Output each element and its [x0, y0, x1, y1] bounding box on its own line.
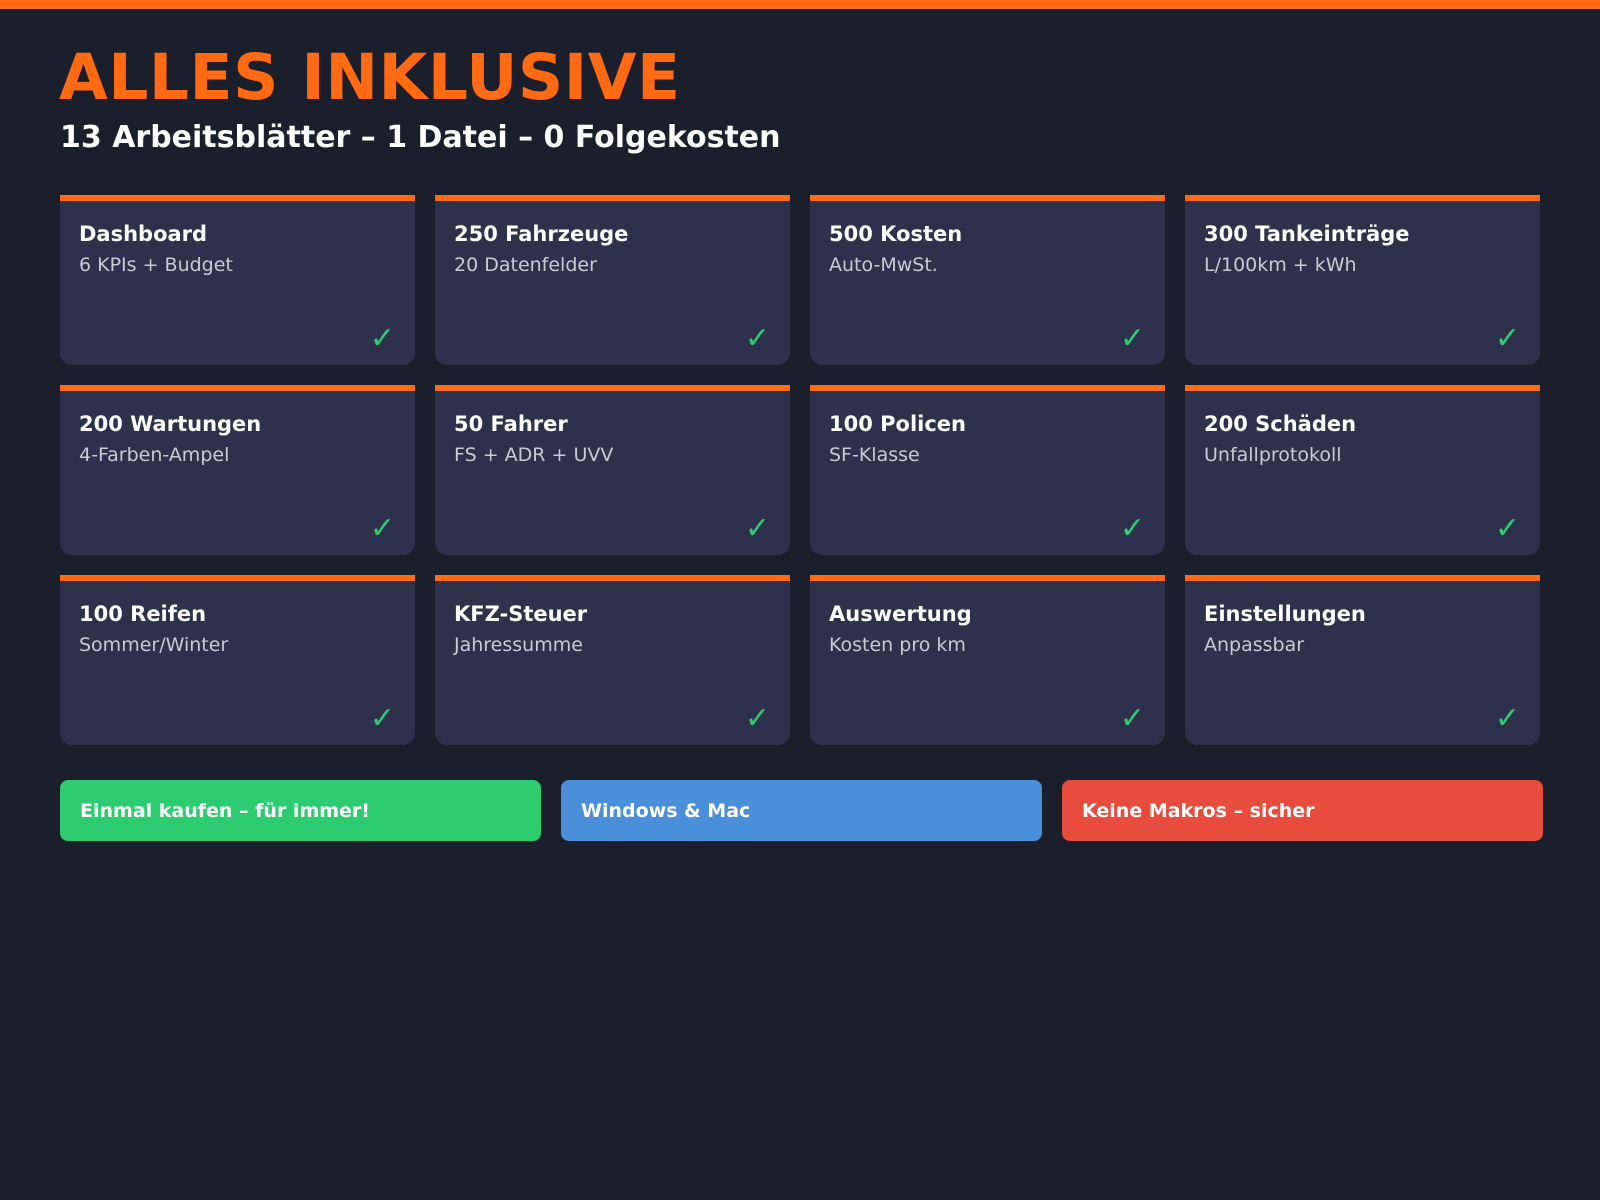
- card-title: 250 Fahrzeuge: [454, 222, 629, 246]
- card-title: 200 Wartungen: [79, 412, 262, 436]
- badge-label: Einmal kaufen – für immer!: [80, 799, 370, 822]
- card-description: 4-Farben-Ampel: [79, 444, 230, 467]
- badge-security: Keine Makros – sicher: [1062, 780, 1543, 841]
- card-title: 50 Fahrer: [454, 412, 568, 436]
- feature-card: Auswertung Kosten pro km ✓: [810, 575, 1165, 745]
- page-title: ALLES INKLUSIVE: [59, 41, 681, 114]
- card-description: Auto-MwSt.: [829, 254, 938, 277]
- page-subtitle: 13 Arbeitsblätter – 1 Datei – 0 Folgekos…: [60, 120, 781, 155]
- card-title: 200 Schäden: [1204, 412, 1357, 436]
- checkmark-icon: ✓: [744, 701, 770, 736]
- card-description: 20 Datenfelder: [454, 254, 597, 277]
- badge-row: Einmal kaufen – für immer! Windows & Mac…: [60, 780, 1543, 841]
- feature-card: 200 Wartungen 4-Farben-Ampel ✓: [60, 385, 415, 555]
- card-description: Anpassbar: [1204, 634, 1305, 657]
- card-title: 100 Policen: [829, 412, 967, 436]
- feature-card: Einstellungen Anpassbar ✓: [1185, 575, 1540, 745]
- card-title: 500 Kosten: [829, 222, 963, 246]
- card-title: 100 Reifen: [79, 602, 207, 626]
- checkmark-icon: ✓: [1119, 511, 1145, 546]
- checkmark-icon: ✓: [1494, 321, 1520, 356]
- card-description: L/100km + kWh: [1204, 254, 1357, 277]
- card-title: Einstellungen: [1204, 602, 1366, 626]
- checkmark-icon: ✓: [1494, 511, 1520, 546]
- card-description: FS + ADR + UVV: [454, 444, 614, 467]
- checkmark-icon: ✓: [369, 321, 395, 356]
- checkmark-icon: ✓: [369, 701, 395, 736]
- card-title: 300 Tankeinträge: [1204, 222, 1410, 246]
- feature-card: 300 Tankeinträge L/100km + kWh ✓: [1185, 195, 1540, 365]
- feature-grid: Dashboard 6 KPIs + Budget ✓ 250 Fahrzeug…: [60, 195, 1540, 745]
- feature-card: Dashboard 6 KPIs + Budget ✓: [60, 195, 415, 365]
- card-description: 6 KPIs + Budget: [79, 254, 233, 277]
- feature-card: KFZ-Steuer Jahressumme ✓: [435, 575, 790, 745]
- feature-card: 100 Reifen Sommer/Winter ✓: [60, 575, 415, 745]
- feature-card: 100 Policen SF-Klasse ✓: [810, 385, 1165, 555]
- badge-lifetime: Einmal kaufen – für immer!: [60, 780, 541, 841]
- card-description: SF-Klasse: [829, 444, 920, 467]
- checkmark-icon: ✓: [744, 321, 770, 356]
- checkmark-icon: ✓: [1494, 701, 1520, 736]
- checkmark-icon: ✓: [1119, 701, 1145, 736]
- feature-card: 200 Schäden Unfallprotokoll ✓: [1185, 385, 1540, 555]
- feature-card: 500 Kosten Auto-MwSt. ✓: [810, 195, 1165, 365]
- badge-platform: Windows & Mac: [561, 780, 1042, 841]
- card-title: KFZ-Steuer: [454, 602, 588, 626]
- card-description: Sommer/Winter: [79, 634, 229, 657]
- card-description: Jahressumme: [454, 634, 583, 657]
- top-accent-bar: [0, 0, 1600, 9]
- badge-label: Windows & Mac: [581, 799, 751, 822]
- card-title: Auswertung: [829, 602, 972, 626]
- checkmark-icon: ✓: [744, 511, 770, 546]
- checkmark-icon: ✓: [1119, 321, 1145, 356]
- checkmark-icon: ✓: [369, 511, 395, 546]
- card-description: Kosten pro km: [829, 634, 966, 657]
- card-description: Unfallprotokoll: [1204, 444, 1342, 467]
- badge-label: Keine Makros – sicher: [1082, 799, 1315, 822]
- feature-card: 50 Fahrer FS + ADR + UVV ✓: [435, 385, 790, 555]
- card-title: Dashboard: [79, 222, 208, 246]
- feature-card: 250 Fahrzeuge 20 Datenfelder ✓: [435, 195, 790, 365]
